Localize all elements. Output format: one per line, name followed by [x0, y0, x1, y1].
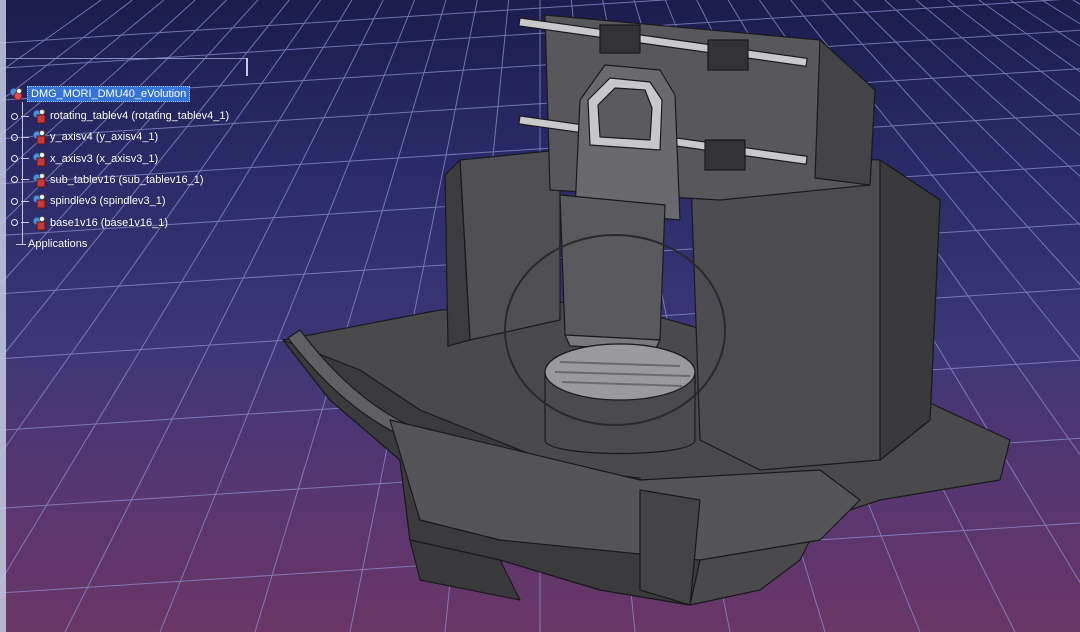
tree-branch — [21, 158, 29, 160]
tree-branch — [21, 115, 29, 117]
tree-root-node[interactable]: DMG_MORI_DMU40_eVolution — [8, 85, 191, 103]
expand-toggle[interactable] — [11, 133, 18, 141]
tree-node[interactable]: x_axisv3 (x_axisv3_1) — [8, 150, 158, 168]
tree-node[interactable]: base1v16 (base1v16_1) — [8, 214, 168, 232]
tree-node-label[interactable]: y_axisv4 (y_axisv4_1) — [50, 130, 158, 144]
tree-node-label[interactable]: base1v16 (base1v16_1) — [50, 216, 168, 230]
expand-toggle[interactable] — [11, 112, 18, 120]
part-icon — [32, 172, 46, 188]
tree-branch — [21, 200, 29, 202]
product-icon — [9, 87, 23, 101]
tree-panel-corner-tick — [246, 58, 248, 76]
tree-branch — [16, 243, 26, 245]
tree-applications-label[interactable]: Applications — [28, 237, 87, 251]
machine-model[interactable] — [282, 14, 1011, 606]
tree-branch — [21, 179, 29, 181]
part-icon — [32, 215, 46, 230]
tree-node[interactable]: sub_tablev16 (sub_tablev16_1) — [8, 171, 204, 189]
tree-branch — [21, 222, 29, 223]
expand-toggle[interactable] — [11, 155, 18, 163]
part-icon — [32, 194, 46, 209]
tree-node-label[interactable]: spindlev3 (spindlev3_1) — [50, 194, 166, 208]
tree-node[interactable]: rotating_tablev4 (rotating_tablev4_1) — [8, 107, 229, 125]
tree-applications-node[interactable]: Applications — [8, 235, 87, 253]
tree-node-label[interactable]: sub_tablev16 (sub_tablev16_1) — [50, 173, 204, 187]
part-icon — [32, 109, 46, 124]
specification-tree[interactable]: DMG_MORI_DMU40_eVolution rotating_tablev… — [8, 84, 248, 284]
tree-node[interactable]: spindlev3 (spindlev3_1) — [8, 192, 166, 210]
tree-branch — [21, 136, 29, 138]
tree-node[interactable]: y_axisv4 (y_axisv4_1) — [8, 128, 158, 146]
part-icon — [32, 130, 46, 145]
tree-panel-top-border — [6, 58, 248, 59]
expand-toggle[interactable] — [11, 219, 18, 226]
expand-toggle[interactable] — [11, 197, 18, 205]
expand-toggle[interactable] — [11, 176, 18, 184]
tree-node-label[interactable]: x_axisv3 (x_axisv3_1) — [50, 152, 158, 166]
tree-root-label[interactable]: DMG_MORI_DMU40_eVolution — [27, 86, 191, 102]
window-left-border — [0, 0, 6, 632]
tree-node-label[interactable]: rotating_tablev4 (rotating_tablev4_1) — [50, 109, 229, 123]
part-icon — [32, 151, 46, 167]
